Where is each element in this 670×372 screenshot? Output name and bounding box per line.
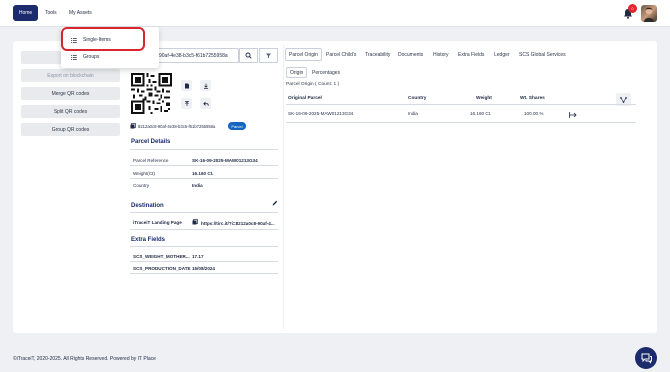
origin-country: India <box>408 111 418 116</box>
panel-divider <box>283 45 284 329</box>
divider <box>130 261 278 262</box>
origin-parcel-link[interactable]: SK-16-09-2025-MAW01213G34 <box>288 111 353 116</box>
parcel-details-title: Parcel Details <box>131 139 171 145</box>
down-arrow-icon <box>203 83 208 89</box>
table-row-divider <box>286 122 636 123</box>
tab-extra-fields[interactable]: Extra Fields <box>455 48 487 61</box>
copy-icon[interactable] <box>192 219 198 225</box>
col-country: Country <box>408 96 427 101</box>
avatar[interactable] <box>641 5 657 22</box>
tab-parcel-childs[interactable]: Parcel Child's <box>323 48 359 61</box>
qr-code <box>131 73 172 114</box>
divider <box>130 149 278 150</box>
filter-icon <box>266 53 271 58</box>
nav-my-assets[interactable]: My Assets <box>69 5 92 21</box>
nav-tools[interactable]: Tools <box>45 5 57 21</box>
divider <box>130 212 278 213</box>
chat-icon <box>641 353 652 364</box>
top-navbar: Home Tools My Assets 0 <box>0 0 670 27</box>
highlight-box <box>61 27 145 51</box>
landing-page-label: iTraceiT Landing Page <box>133 220 182 225</box>
weight-value: 16.160 Ct. <box>192 171 214 176</box>
split-qr-button[interactable]: Split QR codes <box>21 105 120 118</box>
parcel-reference-value: SK-16-09-2025-MAW01213G34 <box>192 158 258 163</box>
tab-ledger[interactable]: Ledger <box>491 48 513 61</box>
tab-parcel-origin[interactable]: Parcel Origin <box>285 48 322 61</box>
footer-copyright: ©iTraceiT, 2020-2025. All Rights Reserve… <box>13 356 156 362</box>
item-type-badge: Parcel <box>228 122 246 130</box>
col-weight: Weight <box>476 96 492 101</box>
reply-icon <box>202 101 209 106</box>
tab-history[interactable]: History <box>430 48 452 61</box>
extra-fields-title: Extra Fields <box>131 237 166 243</box>
merge-qr-button[interactable]: Merge QR codes <box>21 87 120 100</box>
arrow-right-icon[interactable] <box>569 111 578 119</box>
avatar-photo <box>644 7 654 22</box>
tab-scs-global-services[interactable]: SCS Global Services <box>516 48 569 61</box>
item-uid-row: 8212a0c8-90af-4e38-b3c5-f61b7255958a <box>130 122 215 130</box>
group-qr-button[interactable]: Group QR codes <box>21 123 120 136</box>
extra-field-value: 17.17 <box>192 254 204 259</box>
divider <box>130 165 278 166</box>
menu-item-label: Groups <box>83 54 100 60</box>
divider <box>130 229 278 230</box>
up-arrow-icon <box>184 100 189 106</box>
download-pdf-icon[interactable] <box>181 80 192 91</box>
parcel-reference-label: Parcel Reference <box>133 158 169 163</box>
search-icon <box>245 52 252 59</box>
weight-label: Weight(Ct) <box>133 171 155 176</box>
extra-field-value: 15/08/2024 <box>192 266 215 271</box>
nav-home[interactable]: Home <box>13 5 38 21</box>
origin-weight: 16.160 Ct. <box>470 111 492 116</box>
col-original-parcel: Original Parcel <box>288 96 322 101</box>
list-icon <box>71 54 77 60</box>
tab-traceability[interactable]: Traceability <box>362 48 393 61</box>
origin-count: Parcel Origin ( Count: 1 ) <box>286 82 340 87</box>
col-wt-shares: Wt. Shares <box>520 96 545 101</box>
chat-button[interactable] <box>635 347 657 369</box>
search-button[interactable] <box>239 48 258 63</box>
undo-icon[interactable] <box>200 98 211 109</box>
filter-button[interactable] <box>259 48 278 63</box>
export-blockchain-button[interactable]: Export on blockchain <box>21 69 120 82</box>
hierarchy-icon <box>620 96 627 103</box>
document-icon <box>184 83 189 88</box>
extra-field-label: SCS_WEIGHT_MOTHER... <box>133 254 190 259</box>
divider <box>130 178 278 179</box>
menu-item-groups[interactable]: Groups <box>61 49 159 65</box>
country-value: India <box>192 183 203 188</box>
item-uid: 8212a0c8-90af-4e38-b3c5-f61b7255958a <box>138 123 216 129</box>
notification-badge: 0 <box>628 4 637 13</box>
subtab-percentages[interactable]: Percentages <box>309 67 343 78</box>
extra-field-label: SCS_PRODUCTION_DATE <box>133 266 191 271</box>
destination-title: Destination <box>131 203 164 209</box>
tab-documents[interactable]: Documents <box>395 48 426 61</box>
origin-share: 100.00 % <box>524 111 544 116</box>
download-icon[interactable] <box>200 80 211 91</box>
edit-icon[interactable] <box>272 200 278 206</box>
copy-icon[interactable] <box>130 123 136 129</box>
upload-icon[interactable] <box>181 98 192 109</box>
divider <box>130 273 278 274</box>
landing-page-link[interactable]: https://tirc.it/?i=8212a0c8-90af-4... <box>201 221 275 226</box>
table-header-divider <box>286 104 636 105</box>
divider <box>130 246 278 247</box>
country-label: Country <box>133 183 150 188</box>
subtab-origin[interactable]: Origin <box>286 67 308 78</box>
